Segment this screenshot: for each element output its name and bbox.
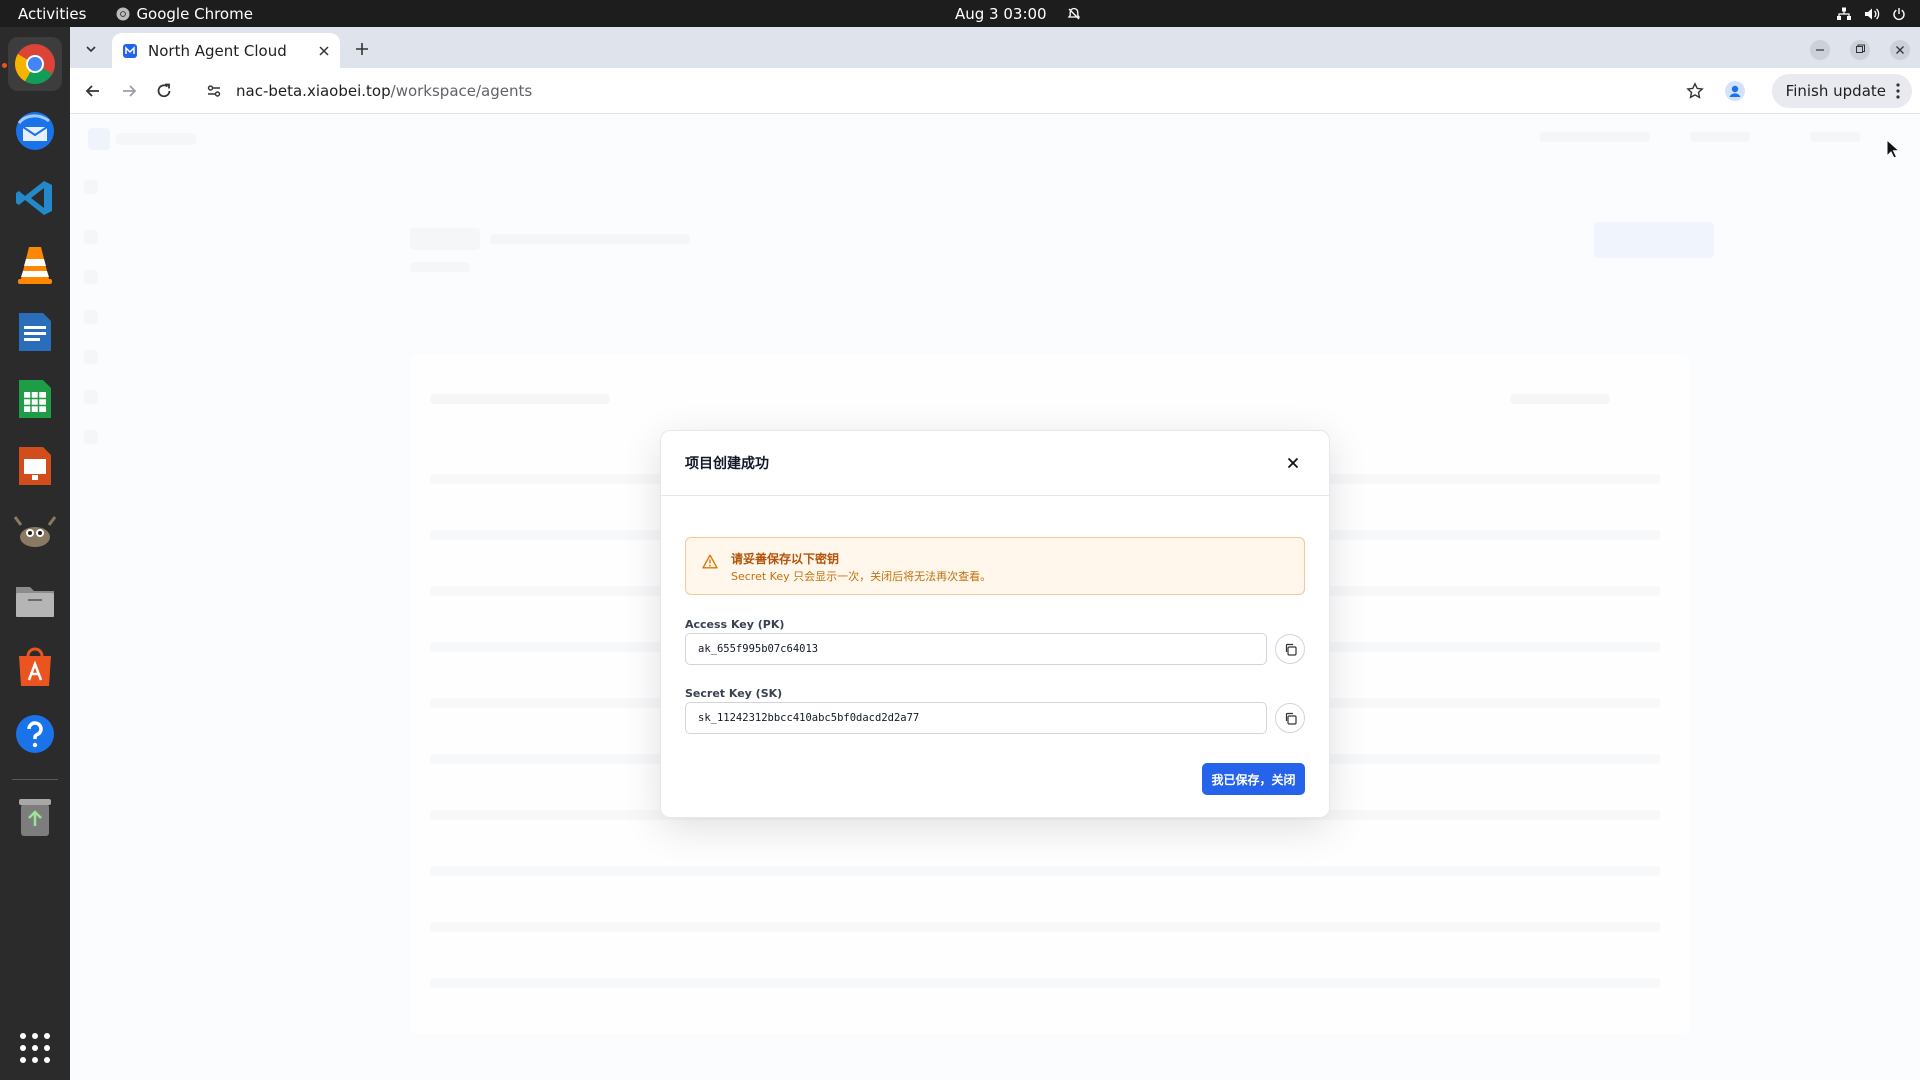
browser-window: North Agent Cloud nac-beta.xiaobei.top/w… bbox=[70, 27, 1920, 1080]
copy-icon bbox=[1285, 712, 1297, 725]
date-time: Aug 3 03:00 bbox=[955, 4, 1047, 23]
gimp-icon bbox=[13, 516, 57, 547]
dock-app-center[interactable] bbox=[8, 640, 62, 694]
writer-icon bbox=[19, 313, 51, 351]
tab-title: North Agent Cloud bbox=[148, 41, 287, 60]
profile-button[interactable] bbox=[1725, 81, 1745, 105]
restore-icon bbox=[1850, 40, 1870, 60]
reload-button[interactable] bbox=[155, 82, 173, 104]
tab-active[interactable]: North Agent Cloud bbox=[112, 33, 340, 68]
power-icon bbox=[1893, 7, 1905, 20]
dock-trash[interactable] bbox=[8, 790, 62, 844]
system-top-bar: Activities Google Chrome Aug 3 03:00 bbox=[0, 0, 1920, 27]
trash-icon bbox=[19, 799, 51, 836]
forward-button[interactable] bbox=[120, 82, 138, 104]
finish-update-label: Finish update bbox=[1785, 82, 1886, 100]
alert-description: Secret Key 只会显示一次，关闭后将无法再次查看。 bbox=[731, 570, 992, 583]
volume-icon bbox=[1865, 8, 1880, 19]
notification-bell-icon bbox=[1067, 7, 1080, 19]
dock-chrome[interactable] bbox=[8, 37, 62, 91]
dock-show-apps[interactable] bbox=[8, 1021, 62, 1075]
credentials-dialog: 项目创建成功 请妥善保存以下密钥 Secret Key 只会显示一次，关闭后将无… bbox=[660, 430, 1330, 818]
warning-alert: 请妥善保存以下密钥 Secret Key 只会显示一次，关闭后将无法再次查看。 bbox=[685, 537, 1305, 595]
network-icon bbox=[1837, 7, 1851, 20]
vscode-icon bbox=[16, 181, 52, 215]
app-menu[interactable]: Google Chrome bbox=[116, 5, 253, 23]
system-status-area[interactable] bbox=[1836, 0, 1906, 27]
tab-close-icon[interactable] bbox=[318, 45, 330, 57]
url-path: /workspace/agents bbox=[390, 82, 533, 100]
dock-impress[interactable] bbox=[8, 439, 62, 493]
thunderbird-icon bbox=[16, 112, 54, 150]
copy-secret-key-button[interactable] bbox=[1275, 703, 1305, 733]
close-icon bbox=[1890, 40, 1910, 60]
page-viewport: 项目创建成功 请妥善保存以下密钥 Secret Key 只会显示一次，关闭后将无… bbox=[70, 114, 1920, 1080]
confirm-saved-button[interactable]: 我已保存，关闭 bbox=[1202, 763, 1305, 795]
copy-access-key-button[interactable] bbox=[1275, 634, 1305, 664]
minimize-button[interactable] bbox=[1810, 40, 1830, 64]
finish-update-button[interactable]: Finish update bbox=[1771, 74, 1912, 108]
site-info-icon[interactable] bbox=[206, 83, 222, 99]
access-key-input[interactable] bbox=[685, 633, 1267, 665]
dock bbox=[0, 27, 70, 1080]
dock-thunderbird[interactable] bbox=[8, 104, 62, 158]
dialog-header: 项目创建成功 bbox=[661, 431, 1329, 496]
dock-calc[interactable] bbox=[8, 372, 62, 426]
dialog-title: 项目创建成功 bbox=[685, 456, 769, 472]
dock-files[interactable] bbox=[8, 573, 62, 627]
close-icon bbox=[1287, 457, 1299, 469]
url-text: nac-beta.xiaobei.top/workspace/agents bbox=[236, 82, 532, 100]
arrow-left-icon bbox=[85, 85, 99, 97]
app-center-icon bbox=[19, 647, 51, 686]
dock-help[interactable] bbox=[8, 707, 62, 761]
alert-title: 请妥善保存以下密钥 bbox=[731, 552, 840, 566]
minimize-icon bbox=[1810, 40, 1830, 60]
dock-separator bbox=[12, 779, 58, 780]
calc-icon bbox=[19, 380, 51, 418]
running-indicator bbox=[2, 63, 7, 68]
secret-key-label: Secret Key (SK) bbox=[685, 687, 783, 700]
activities-button[interactable]: Activities bbox=[18, 5, 86, 23]
chevron-down-icon bbox=[86, 46, 96, 53]
dock-gimp[interactable] bbox=[8, 506, 62, 560]
secret-key-input[interactable] bbox=[685, 702, 1267, 734]
close-window-button[interactable] bbox=[1890, 40, 1910, 64]
chrome-small-icon bbox=[116, 7, 130, 20]
app-grid-icon bbox=[20, 1033, 50, 1063]
kebab-menu-icon bbox=[1896, 83, 1900, 99]
browser-toolbar: nac-beta.xiaobei.top/workspace/agents Fi… bbox=[70, 68, 1920, 114]
arrow-right-icon bbox=[123, 85, 137, 97]
star-icon bbox=[1686, 82, 1704, 99]
dialog-close-button[interactable] bbox=[1281, 451, 1305, 475]
files-icon bbox=[16, 587, 54, 617]
access-key-label: Access Key (PK) bbox=[685, 618, 785, 631]
reload-icon bbox=[157, 83, 171, 98]
dock-writer[interactable] bbox=[8, 305, 62, 359]
new-tab-button[interactable] bbox=[350, 37, 374, 61]
warning-triangle-icon bbox=[702, 554, 718, 569]
mouse-pointer-icon bbox=[1886, 139, 1900, 159]
chrome-icon bbox=[15, 44, 55, 84]
address-bar[interactable]: nac-beta.xiaobei.top/workspace/agents bbox=[190, 73, 1780, 109]
site-favicon-icon bbox=[123, 43, 137, 58]
clock[interactable]: Aug 3 03:00 bbox=[955, 0, 1081, 27]
plus-icon bbox=[356, 43, 368, 55]
impress-icon bbox=[19, 447, 51, 485]
tab-search-button[interactable] bbox=[78, 36, 104, 62]
url-host: nac-beta.xiaobei.top bbox=[236, 82, 391, 100]
bookmark-button[interactable] bbox=[1686, 82, 1704, 104]
avatar-icon bbox=[1725, 81, 1745, 101]
dock-vscode[interactable] bbox=[8, 171, 62, 225]
copy-icon bbox=[1285, 643, 1297, 656]
tab-strip: North Agent Cloud bbox=[70, 27, 1920, 68]
app-name: Google Chrome bbox=[136, 4, 253, 23]
dock-vlc[interactable] bbox=[8, 238, 62, 292]
vlc-icon bbox=[18, 247, 52, 284]
help-icon bbox=[16, 715, 54, 753]
back-button[interactable] bbox=[84, 82, 102, 104]
maximize-button[interactable] bbox=[1850, 40, 1870, 64]
